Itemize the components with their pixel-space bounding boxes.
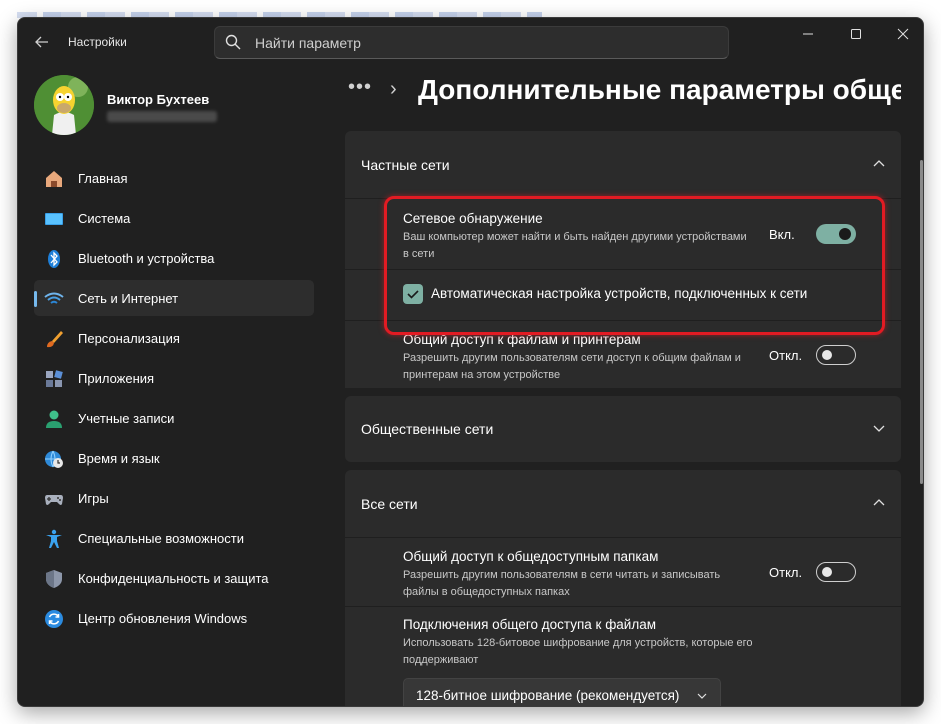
avatar[interactable] <box>34 75 94 135</box>
account-icon <box>46 410 62 428</box>
settings-content: Частные сети Сетевое обнаружение Ваш ком… <box>345 131 901 706</box>
chevron-up-icon <box>873 499 885 506</box>
section-title: Частные сети <box>361 157 450 173</box>
public-networks-card[interactable]: Общественные сети <box>345 396 901 462</box>
sidebar-item-windows-update[interactable]: Центр обновления Windows <box>34 600 314 636</box>
bluetooth-icon <box>48 250 60 268</box>
sidebar-item-apps[interactable]: Приложения <box>34 360 314 396</box>
title-bar: Настройки <box>18 18 923 66</box>
toggle-state-label: Откл. <box>769 348 803 363</box>
globe-clock-icon <box>45 450 63 468</box>
setting-description: Разрешить другим пользователям в сети чи… <box>403 569 721 598</box>
update-icon <box>45 610 63 628</box>
sidebar-item-gaming[interactable]: Игры <box>34 480 314 516</box>
sidebar-item-label: Центр обновления Windows <box>78 611 248 626</box>
auto-setup-checkbox[interactable] <box>403 284 423 304</box>
private-networks-card: Частные сети Сетевое обнаружение Ваш ком… <box>345 131 901 388</box>
network-discovery-toggle[interactable] <box>816 224 856 244</box>
chevron-down-icon <box>873 425 885 432</box>
search-icon <box>225 34 241 50</box>
sidebar-item-label: Специальные возможности <box>78 531 244 546</box>
app-title: Настройки <box>68 35 127 49</box>
sidebar-item-label: Учетные записи <box>78 411 175 426</box>
sidebar-item-home[interactable]: Главная <box>34 160 314 196</box>
file-printer-sharing-toggle[interactable] <box>816 345 856 365</box>
setting-title: Подключения общего доступа к файлам <box>403 617 657 632</box>
chevron-up-icon <box>873 160 885 167</box>
sidebar-item-label: Игры <box>78 491 109 506</box>
apps-icon <box>46 370 63 387</box>
file-sharing-connections-row: Подключения общего доступа к файлам Испо… <box>345 606 901 706</box>
setting-description: Использовать 128-битовое шифрование для … <box>403 637 753 666</box>
sidebar-item-privacy[interactable]: Конфиденциальность и защита <box>34 560 314 596</box>
toggle-knob <box>822 350 832 360</box>
user-email-redacted <box>107 111 217 122</box>
sidebar-item-label: Конфиденциальность и защита <box>78 571 269 586</box>
search-box[interactable] <box>214 26 729 59</box>
toggle-state-label: Откл. <box>769 565 803 580</box>
sidebar-item-label: Система <box>78 211 131 226</box>
sidebar-nav: Главная Система Bluetooth и устройства С… <box>34 160 314 640</box>
checkmark-icon <box>407 290 419 299</box>
sidebar-item-label: Время и язык <box>78 451 160 466</box>
close-button[interactable] <box>880 22 923 46</box>
toggle-knob <box>822 567 832 577</box>
close-icon <box>897 28 909 40</box>
accessibility-icon <box>46 529 62 548</box>
page-title: Дополнительные параметры общего доступа <box>418 74 901 105</box>
home-icon <box>46 171 62 187</box>
sidebar-item-time-language[interactable]: Время и язык <box>34 440 314 476</box>
section-title: Все сети <box>361 496 418 512</box>
all-networks-header[interactable]: Все сети <box>345 470 901 536</box>
settings-window: Настройки Виктор Бухтеев <box>17 17 924 707</box>
setting-title: Общий доступ к файлам и принтерам <box>403 332 641 347</box>
sidebar-item-bluetooth[interactable]: Bluetooth и устройства <box>34 240 314 276</box>
all-networks-card: Все сети Общий доступ к общедоступным па… <box>345 470 901 706</box>
toggle-knob <box>839 228 851 240</box>
network-discovery-row: Сетевое обнаружение Ваш компьютер может … <box>345 198 901 268</box>
brush-icon <box>47 331 63 348</box>
sidebar-item-system[interactable]: Система <box>34 200 314 236</box>
setting-title: Общий доступ к общедоступным папкам <box>403 549 659 564</box>
private-networks-header[interactable]: Частные сети <box>345 131 901 197</box>
wifi-icon <box>44 292 64 304</box>
breadcrumb-separator: › <box>390 78 397 100</box>
toggle-state-label: Вкл. <box>769 227 795 242</box>
file-printer-sharing-row: Общий доступ к файлам и принтерам Разреш… <box>345 320 901 388</box>
maximize-icon <box>851 29 861 39</box>
chevron-down-icon <box>697 693 707 699</box>
system-icon <box>45 213 63 225</box>
public-folders-toggle[interactable] <box>816 562 856 582</box>
maximize-button[interactable] <box>833 22 879 46</box>
sidebar-item-accessibility[interactable]: Специальные возможности <box>34 520 314 556</box>
sidebar-item-label: Главная <box>78 171 128 186</box>
minimize-button[interactable] <box>785 22 831 46</box>
sidebar-item-network[interactable]: Сеть и Интернет <box>34 280 314 316</box>
gamepad-icon <box>45 495 63 505</box>
setting-description: Ваш компьютер может найти и быть найден … <box>403 231 747 260</box>
auto-setup-row: Автоматическая настройка устройств, подк… <box>345 269 901 319</box>
sidebar-item-label: Сеть и Интернет <box>78 291 179 306</box>
sidebar-item-label: Персонализация <box>78 331 180 346</box>
breadcrumb-overflow-button[interactable]: ••• <box>348 76 372 99</box>
sidebar-item-label: Приложения <box>78 371 155 386</box>
setting-description: Разрешить другим пользователям сети дост… <box>403 352 741 381</box>
shield-icon <box>46 570 62 588</box>
section-title: Общественные сети <box>361 421 494 437</box>
user-name: Виктор Бухтеев <box>107 92 210 107</box>
encryption-dropdown[interactable]: 128-битное шифрование (рекомендуется) <box>403 678 721 706</box>
setting-title: Сетевое обнаружение <box>403 211 543 226</box>
arrow-left-icon <box>35 36 48 48</box>
dropdown-selected-value: 128-битное шифрование (рекомендуется) <box>416 688 680 703</box>
public-folders-row: Общий доступ к общедоступным папкам Разр… <box>345 537 901 605</box>
minimize-icon <box>803 33 813 35</box>
sidebar-item-personalization[interactable]: Персонализация <box>34 320 314 356</box>
scrollbar[interactable] <box>920 160 923 484</box>
sidebar-item-label: Bluetooth и устройства <box>78 251 215 266</box>
back-button[interactable] <box>30 30 54 54</box>
search-input[interactable] <box>255 34 715 52</box>
auto-setup-label: Автоматическая настройка устройств, подк… <box>431 286 808 301</box>
sidebar-item-accounts[interactable]: Учетные записи <box>34 400 314 436</box>
